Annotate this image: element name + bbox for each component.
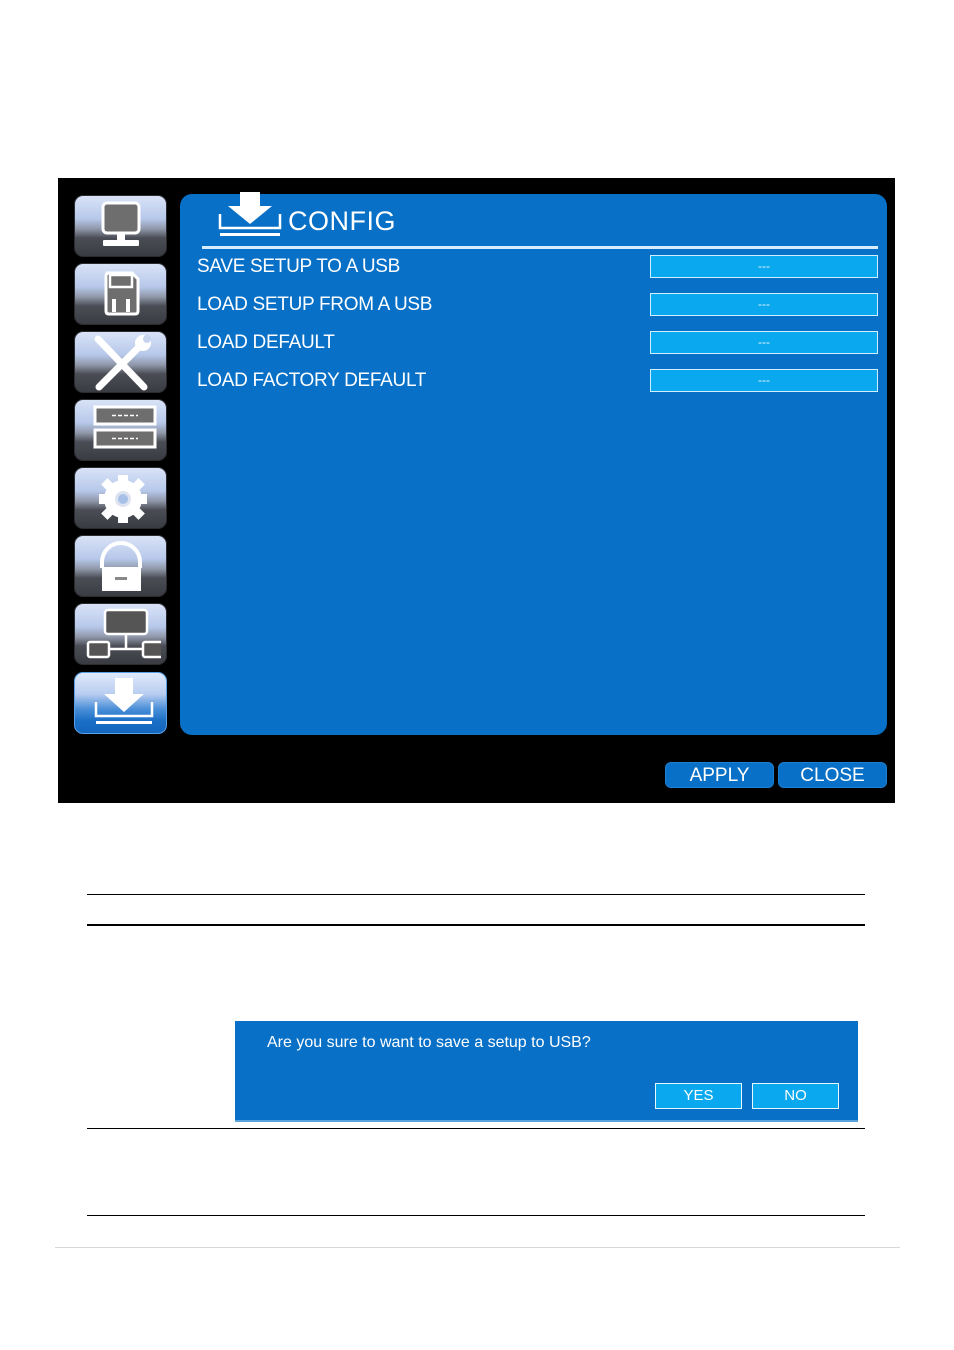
monitor-icon: [101, 201, 140, 246]
row-label: LOAD FACTORY DEFAULT: [197, 370, 427, 391]
sidebar-item-network[interactable]: [74, 603, 167, 665]
sidebar-item-system[interactable]: [74, 331, 167, 393]
yes-button[interactable]: YES: [655, 1083, 742, 1109]
sidebar-item-storage[interactable]: [74, 399, 167, 461]
load-factory-default-button[interactable]: ---: [650, 369, 878, 392]
config-panel: CONFIG SAVE SETUP TO A USB --- LOAD SETU…: [180, 192, 887, 735]
network-icon: [86, 608, 161, 659]
table-row-rule: [87, 1128, 865, 1129]
row-load-factory-default: LOAD FACTORY DEFAULT ---: [197, 368, 878, 394]
table-header-rule: [87, 924, 865, 926]
hdd-list-icon: [93, 405, 156, 449]
confirm-dialog: Are you sure to want to save a setup to …: [235, 1021, 858, 1122]
sidebar-item-record[interactable]: [74, 263, 167, 325]
sidebar-item-config[interactable]: [74, 672, 167, 734]
download-tray-icon: [94, 678, 153, 724]
sidebar-item-settings[interactable]: [74, 467, 167, 529]
row-load-setup-usb: LOAD SETUP FROM A USB ---: [197, 292, 878, 318]
table-bottom-rule: [87, 1215, 865, 1216]
lock-icon: [99, 541, 142, 591]
row-load-default: LOAD DEFAULT ---: [197, 330, 878, 356]
panel-header: CONFIG: [202, 192, 882, 250]
tools-icon: [94, 335, 151, 391]
row-label: SAVE SETUP TO A USB: [197, 256, 401, 277]
sidebar-item-display[interactable]: [74, 195, 167, 257]
dialog-message: Are you sure to want to save a setup to …: [267, 1034, 591, 1051]
load-default-button[interactable]: ---: [650, 331, 878, 354]
row-label: LOAD DEFAULT: [197, 332, 335, 353]
close-button[interactable]: CLOSE: [778, 762, 887, 788]
row-label: LOAD SETUP FROM A USB: [197, 294, 433, 315]
gear-icon: [98, 475, 147, 523]
apply-button[interactable]: APPLY: [665, 762, 774, 788]
no-button[interactable]: NO: [752, 1083, 839, 1109]
dvr-setup-screen: CONFIG SAVE SETUP TO A USB --- LOAD SETU…: [58, 178, 895, 803]
floppy-disk-icon: [104, 271, 139, 316]
sidebar-item-security[interactable]: [74, 535, 167, 597]
page-title: CONFIG: [288, 206, 396, 236]
table-top-rule: [87, 894, 865, 895]
save-setup-usb-button[interactable]: ---: [650, 255, 878, 278]
footer-rule: [55, 1247, 900, 1248]
download-tray-icon: [218, 192, 282, 236]
load-setup-usb-button[interactable]: ---: [650, 293, 878, 316]
row-save-setup-usb: SAVE SETUP TO A USB ---: [197, 254, 878, 280]
header-divider: [202, 246, 878, 249]
